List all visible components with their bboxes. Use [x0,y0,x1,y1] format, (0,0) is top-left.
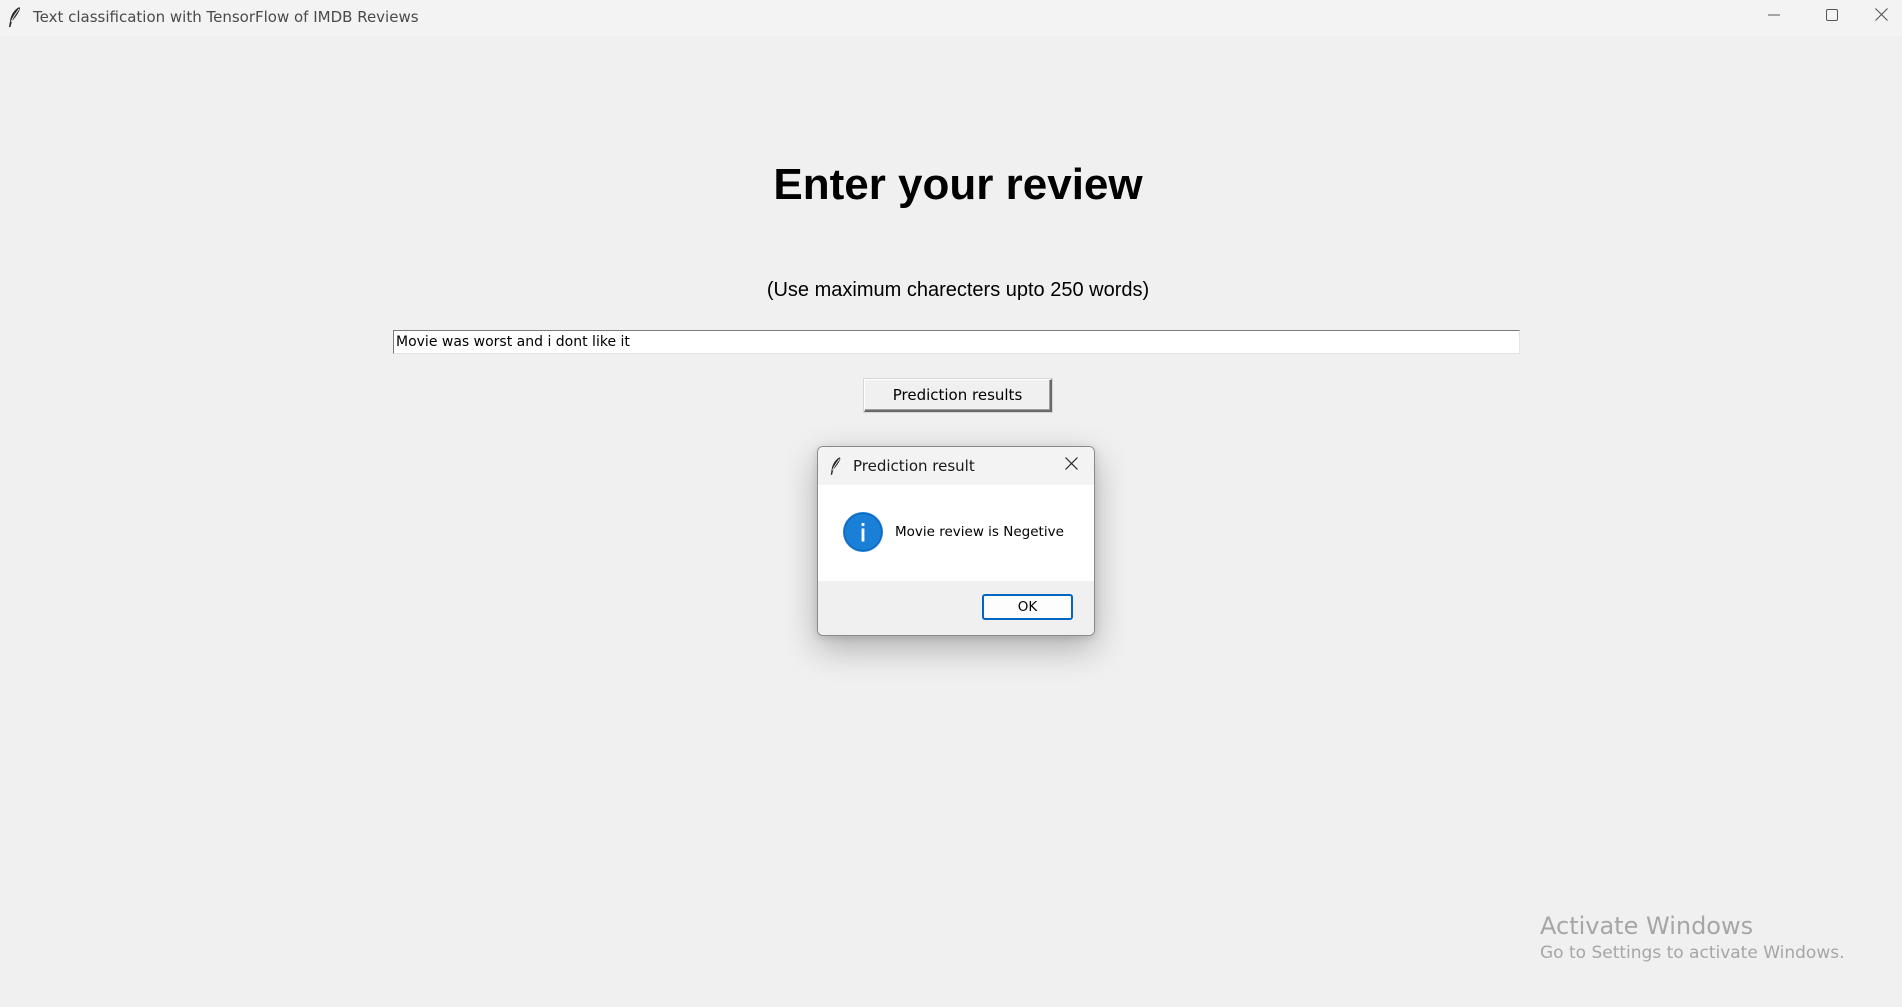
watermark-title: Activate Windows [1540,912,1754,940]
ok-button[interactable]: OK [982,594,1073,620]
page-heading: Enter your review [773,160,1143,209]
review-input[interactable] [393,330,1520,354]
close-icon [1064,457,1078,475]
input-hint: (Use maximum charecters upto 250 words) [766,279,1150,301]
prediction-result-dialog: Prediction result Movie review is Negeti… [817,446,1095,636]
feather-icon [7,6,23,28]
window-title: Text classification with TensorFlow of I… [33,8,419,26]
close-icon [1875,8,1888,26]
info-icon [843,512,883,552]
minimize-button[interactable] [1745,0,1803,34]
dialog-close-button[interactable] [1062,457,1080,475]
activate-windows-watermark: Activate Windows Go to Settings to activ… [1540,911,1845,965]
dialog-title: Prediction result [853,457,975,475]
dialog-footer: OK [818,581,1094,635]
watermark-subtitle: Go to Settings to activate Windows. [1540,943,1845,963]
dialog-message: Movie review is Negetive [895,524,1064,540]
dialog-title-bar[interactable]: Prediction result [818,447,1094,485]
close-button[interactable] [1861,0,1902,34]
dialog-body: Movie review is Negetive [818,485,1094,581]
maximize-button[interactable] [1803,0,1861,34]
app-window: Text classification with TensorFlow of I… [0,0,1902,1007]
prediction-results-button[interactable]: Prediction results [864,379,1052,412]
minimize-icon [1768,8,1780,26]
title-bar[interactable]: Text classification with TensorFlow of I… [0,0,1902,36]
maximize-icon [1826,8,1838,26]
feather-icon [829,456,843,476]
